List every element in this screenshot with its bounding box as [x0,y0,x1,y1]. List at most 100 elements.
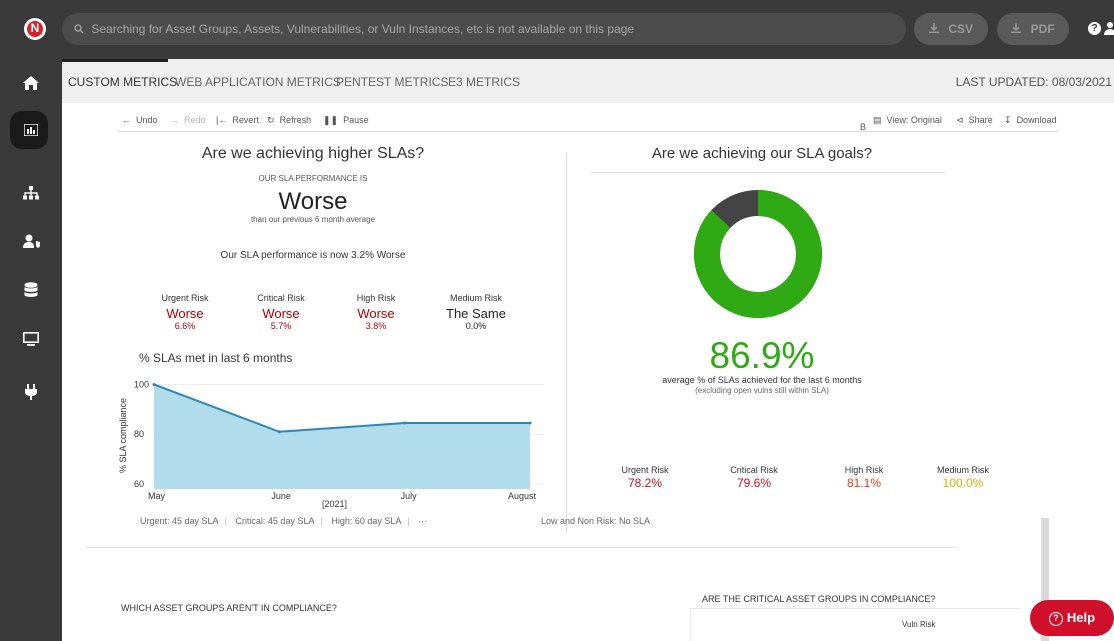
dashboard-content: ← Undo → Redo |← Revert ↻ Refresh ❚❚ Pau… [62,103,1114,641]
goal-risk-label: Critical Risk [730,465,778,475]
refresh-button[interactable]: ↻ Refresh [267,115,311,126]
risk-label: Urgent Risk [161,293,209,303]
sidebar-item-data[interactable] [0,271,62,311]
x-tick-label: July [401,491,418,501]
download-icon [1011,22,1024,36]
download-button[interactable]: ↧ Download [1004,115,1057,126]
sidebar-item-home[interactable] [0,65,62,105]
dashboard-chart-icon [24,124,38,136]
pause-button[interactable]: ❚❚ Pause [323,115,369,126]
sla-goal-subcaption: (excluding open vulns still within SLA) [695,386,829,395]
revert-icon: |← [216,115,228,125]
sla-goal-donut [694,190,822,318]
risk-pct: 3.8% [365,321,387,331]
download-icon [928,22,942,36]
risk-pct: 5.7% [270,321,292,331]
user-icon[interactable] [1104,22,1114,35]
x-tick-label: May [148,491,166,501]
pdf-label: PDF [1030,22,1055,36]
goal-risk-urgent: Urgent Risk 78.2% [600,465,690,490]
app-logo[interactable]: N [24,18,46,40]
risk-pct: 0.0% [465,321,487,331]
goal-risk-critical: Critical Risk 79.6% [709,465,799,490]
risk-label: Medium Risk [449,293,502,303]
search-icon [74,22,87,36]
database-icon [24,282,38,297]
right-panel-title: Are we achieving our SLA goals? [651,145,873,162]
bar-chart-icon: ▤ [873,115,882,125]
sidebar-item-dashboards[interactable] [0,111,62,151]
help-question-icon[interactable]: ? [1088,22,1101,35]
last-updated: LAST UPDATED: 08/03/2021 [955,75,1112,89]
view-original-button[interactable]: ▤ View: Original [873,115,942,126]
csv-label: CSV [948,22,974,36]
risk-status: Worse [166,306,204,321]
active-tab-indicator [62,59,168,62]
undo-arrow-icon: ← [122,115,131,125]
toolbar-marker: B [860,122,867,132]
redo-button[interactable]: → Redo [170,115,206,125]
search-placeholder: Searching for Asset Groups, Assets, Vuln… [91,22,635,36]
download-icon: ↧ [1004,115,1012,125]
y-tick-label: 60 [134,479,144,489]
sla-performance-status: Worse [278,188,348,215]
sla-performance-note: than our previous 6 month average [250,215,376,224]
undo-button[interactable]: ← Undo [122,115,158,125]
risk-label: Critical Risk [257,293,305,303]
goal-risk-label: Medium Risk [936,465,989,475]
sitemap-icon [23,186,39,200]
help-icon: ? [1048,611,1063,626]
sidebar-item-integrations[interactable] [0,373,62,413]
sidebar-item-asset-groups[interactable] [0,175,62,215]
x-tick-label: August [508,491,537,501]
metrics-tab-bar: CUSTOM METRICS WEB APPLICATION METRICS P… [62,59,1114,103]
sla-more-icon[interactable]: ··· [418,516,427,526]
goal-risk-value: 100.0% [942,476,984,490]
pause-icon: ❚❚ [323,115,339,125]
x-axis-label: [2021] [322,499,347,509]
goal-risk-medium: Medium Risk 100.0% [918,465,1008,490]
tab-custom-metrics[interactable]: CUSTOM METRICS [68,75,177,89]
goal-risk-value: 81.1% [846,476,882,490]
chart-point [528,421,532,425]
plug-icon [25,384,37,400]
sidebar-item-users[interactable] [0,223,62,263]
critical-panel-border [690,608,691,641]
risk-pct: 6.6% [174,321,196,331]
critical-asset-groups-heading: ARE THE CRITICAL ASSET GROUPS IN COMPLIA… [702,594,936,604]
export-pdf-button[interactable]: PDF [997,13,1069,45]
asset-groups-compliance-heading: WHICH ASSET GROUPS AREN'T IN COMPLIANCE? [121,603,337,613]
sidebar-item-monitor[interactable] [0,321,62,361]
right-title-divider [590,172,946,173]
risk-critical: Critical Risk Worse 5.7% [236,293,326,331]
sla-low-note: Low and Non Risk: No SLA [541,516,651,526]
panel-divider [566,153,567,533]
redo-arrow-icon: → [170,115,179,125]
left-panel-title: Are we achieving higher SLAs? [201,145,425,162]
help-button[interactable]: ? Help [1030,600,1114,636]
chart-area [154,384,530,489]
risk-urgent: Urgent Risk Worse 6.6% [140,293,230,331]
goal-risk-label: Urgent Risk [621,465,669,475]
sidebar [0,59,62,641]
export-csv-button[interactable]: CSV [914,13,988,45]
risk-status: The Same [446,306,506,321]
global-search-input[interactable]: Searching for Asset Groups, Assets, Vuln… [62,13,906,45]
help-label: Help [1066,610,1096,625]
sla-goal-caption: average % of SLAs achieved for the last … [662,375,862,385]
risk-label: High Risk [356,293,396,303]
risk-status: Worse [357,306,395,321]
sla-critical: Critical: 45 day SLA [235,516,315,526]
share-button[interactable]: ⊲ Share [956,115,993,126]
section-divider [86,547,956,548]
goal-risk-label: High Risk [844,465,884,475]
tab-pentest-metrics[interactable]: PENTEST METRICS [336,75,448,89]
revert-button[interactable]: |← Revert [216,115,259,125]
tab-web-application-metrics[interactable]: WEB APPLICATION METRICS [175,75,341,89]
critical-heading-divider [690,608,1020,609]
sla-chart-title: % SLAs met in last 6 months [139,351,293,365]
y-axis-label: % SLA compliance [118,398,128,473]
refresh-icon: ↻ [267,115,275,125]
y-tick-label: 100 [134,379,149,389]
tab-e3-metrics[interactable]: E3 METRICS [448,75,520,89]
